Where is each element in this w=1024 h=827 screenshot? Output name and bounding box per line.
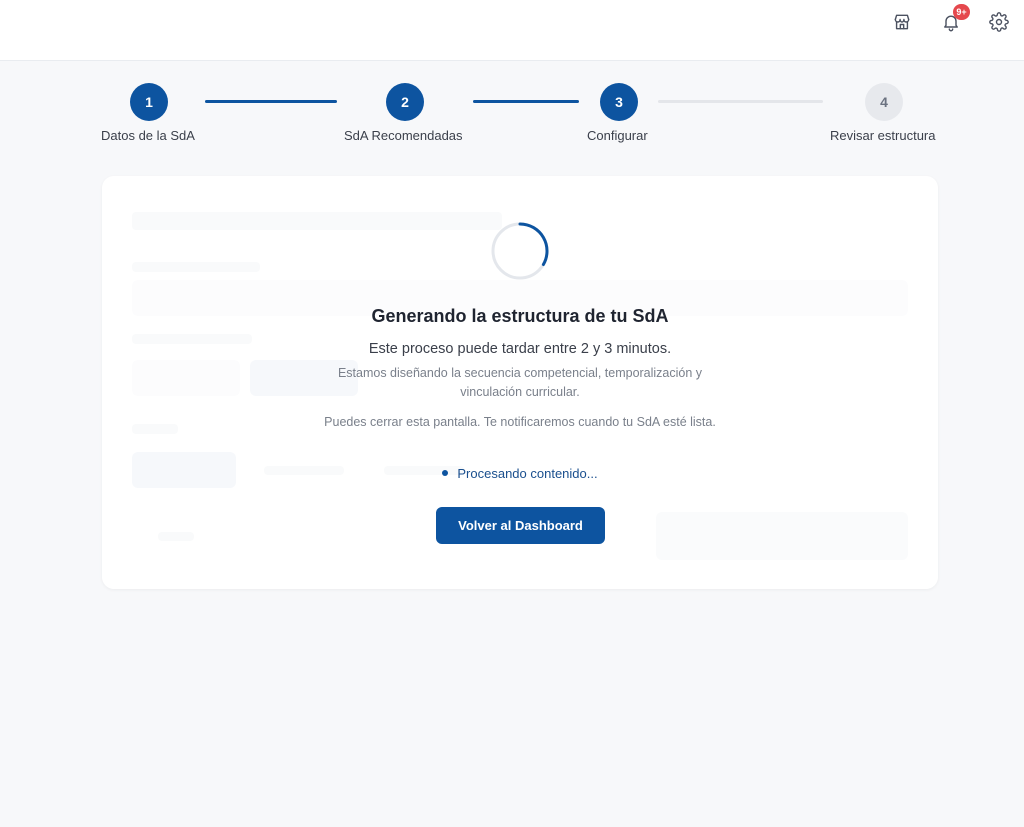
configuration-card: Generando la estructura de tu SdA Este p…: [102, 176, 938, 589]
step-2-circle[interactable]: 2: [386, 83, 424, 121]
step-connector-1: [205, 100, 337, 103]
step-2-label: SdA Recomendadas: [344, 128, 463, 143]
loading-subtitle: Este proceso puede tardar entre 2 y 3 mi…: [368, 341, 672, 357]
step-3-circle[interactable]: 3: [600, 83, 638, 121]
step-4-circle: 4: [865, 83, 903, 121]
step-connector-3: [658, 100, 823, 103]
step-1-label: Datos de la SdA: [101, 128, 195, 143]
loading-title: Generando la estructura de tu SdA: [371, 306, 669, 326]
back-to-dashboard-button[interactable]: Volver al Dashboard: [436, 507, 605, 544]
loading-notice: Puedes cerrar esta pantalla. Te notifica…: [324, 415, 716, 429]
loading-overlay: Generando la estructura de tu SdA Este p…: [102, 176, 938, 589]
step-4-label: Revisar estructura: [830, 128, 936, 143]
store-icon[interactable]: [891, 11, 913, 33]
step-1-circle[interactable]: 1: [130, 83, 168, 121]
step-connector-2: [473, 100, 579, 103]
status-dot-icon: [442, 470, 449, 476]
gear-icon[interactable]: [988, 11, 1010, 33]
loading-spinner-icon: [491, 222, 549, 280]
top-bar: 9+: [0, 0, 1024, 61]
notification-badge: 9+: [953, 4, 970, 20]
step-3-label: Configurar: [587, 128, 648, 143]
loading-description: Estamos diseñando la secuencia competenc…: [337, 366, 703, 399]
processing-status: Procesando contenido...: [102, 466, 938, 481]
processing-status-text: Procesando contenido...: [457, 466, 598, 481]
